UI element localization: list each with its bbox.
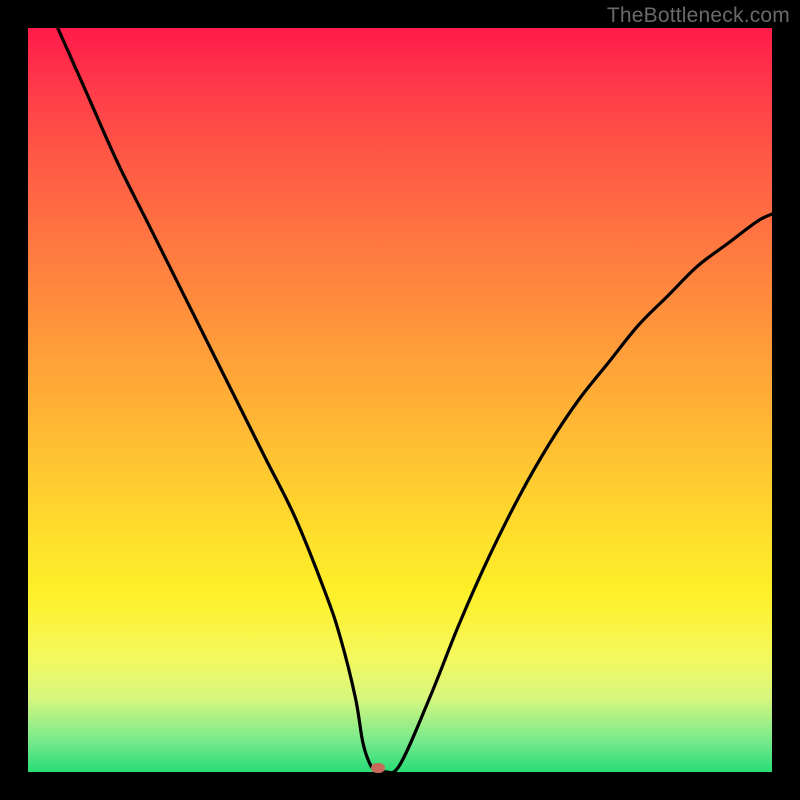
- chart-frame: TheBottleneck.com: [0, 0, 800, 800]
- watermark-text: TheBottleneck.com: [607, 4, 790, 28]
- minimum-marker: [371, 763, 385, 773]
- bottleneck-curve: [58, 28, 772, 772]
- plot-area: [28, 28, 772, 772]
- curve-svg: [28, 28, 772, 772]
